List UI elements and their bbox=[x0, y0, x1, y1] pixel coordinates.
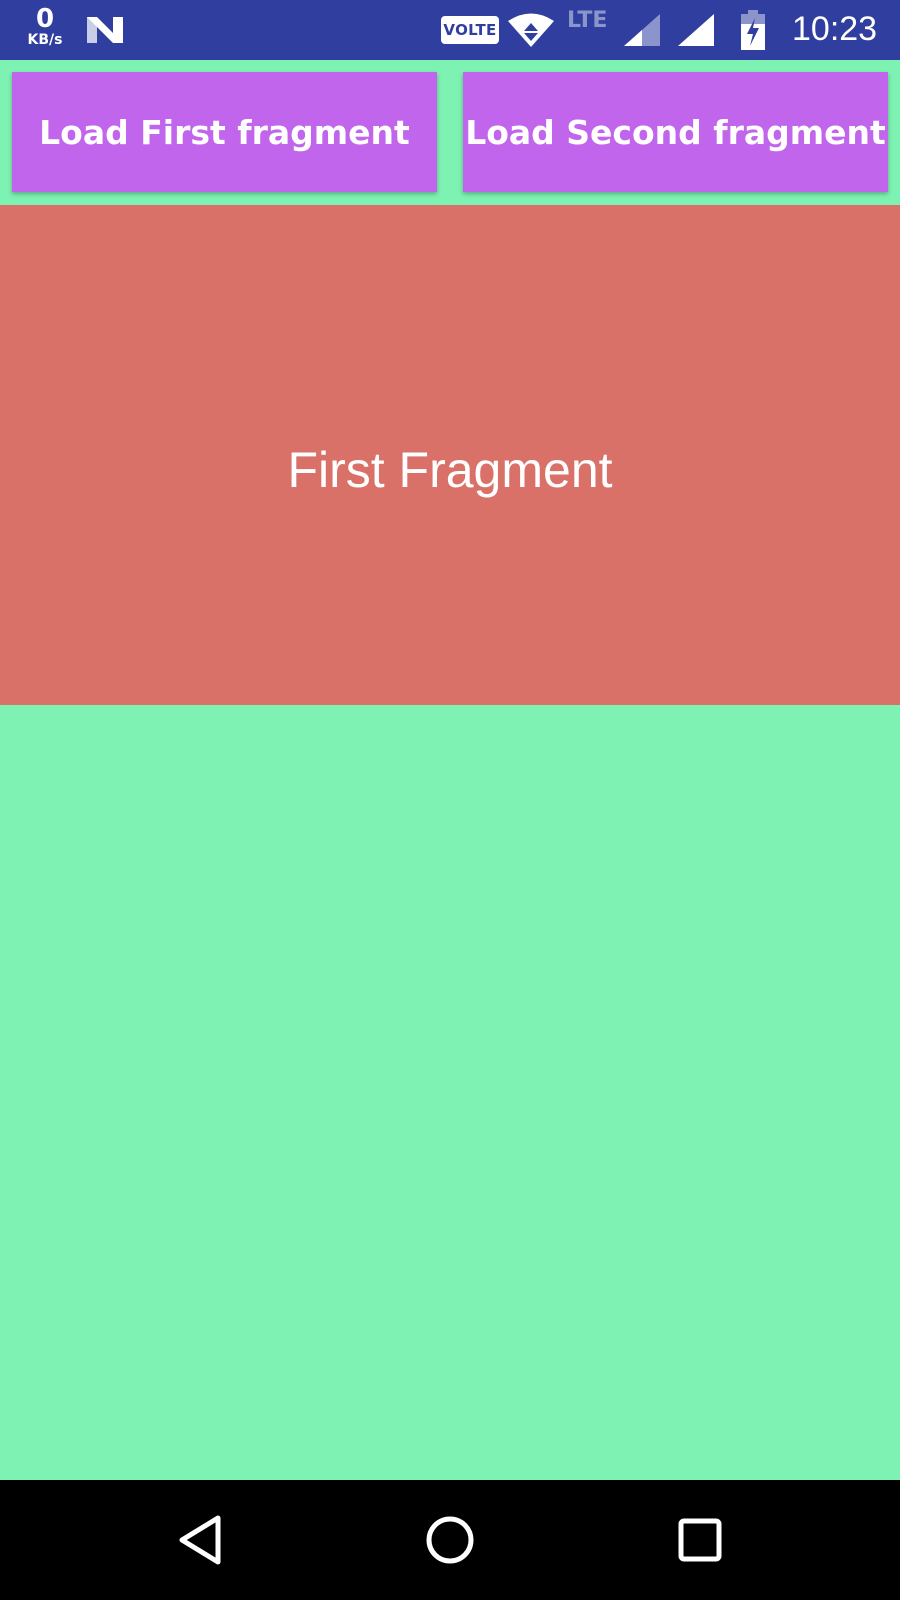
recents-icon bbox=[678, 1518, 722, 1562]
signal-icon bbox=[678, 14, 714, 46]
network-speed-indicator: 0 KB/s bbox=[20, 6, 70, 47]
fragment-container: First Fragment bbox=[0, 205, 900, 705]
back-icon bbox=[179, 1515, 221, 1565]
navigation-bar bbox=[0, 1480, 900, 1600]
battery-charging-icon bbox=[741, 10, 765, 50]
recents-button[interactable] bbox=[660, 1500, 740, 1580]
load-first-fragment-button[interactable]: Load First fragment bbox=[12, 72, 437, 192]
volte-badge: VOLTE bbox=[441, 16, 499, 44]
back-button[interactable] bbox=[160, 1500, 240, 1580]
network-speed-value: 0 bbox=[35, 4, 55, 34]
home-icon bbox=[426, 1516, 474, 1564]
status-bar: 0 KB/s VOLTE LTE 10:23 bbox=[0, 0, 900, 60]
signal-icon bbox=[624, 14, 660, 46]
wifi-icon bbox=[508, 13, 554, 47]
lte-label: LTE bbox=[567, 8, 608, 33]
network-speed-unit: KB/s bbox=[27, 32, 63, 48]
home-button[interactable] bbox=[410, 1500, 490, 1580]
clock: 10:23 bbox=[792, 10, 878, 48]
load-second-fragment-button[interactable]: Load Second fragment bbox=[463, 72, 888, 192]
fragment-title: First Fragment bbox=[287, 442, 613, 498]
n-icon bbox=[87, 17, 123, 43]
